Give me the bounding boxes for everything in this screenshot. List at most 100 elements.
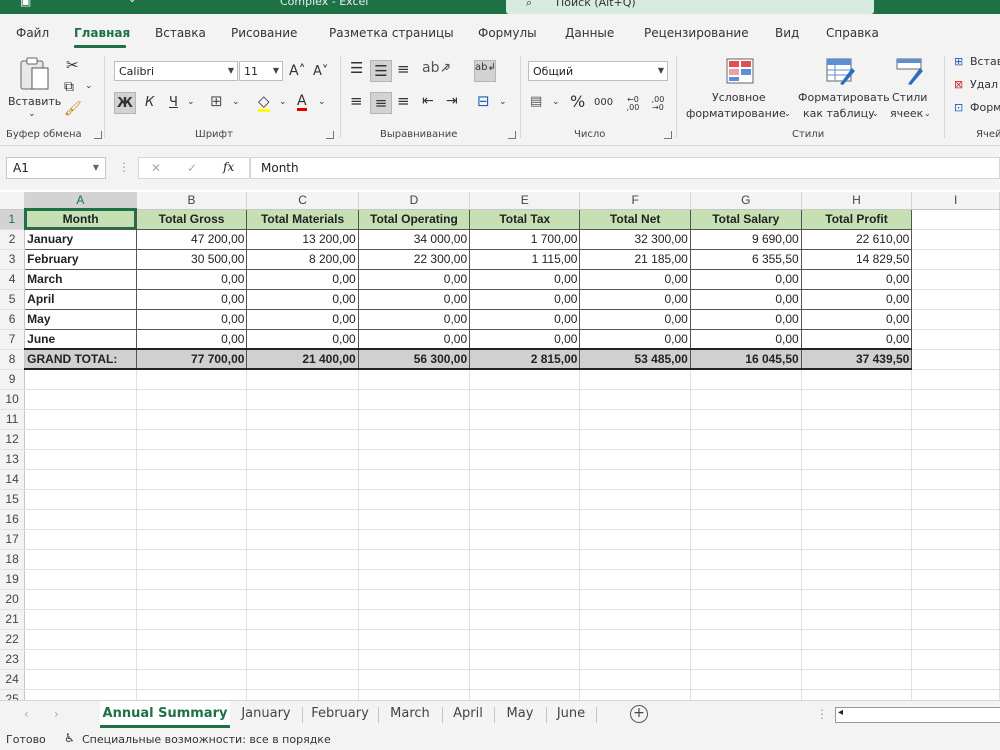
empty-cell[interactable] bbox=[801, 669, 913, 690]
empty-cell[interactable] bbox=[24, 549, 137, 570]
empty-cell[interactable] bbox=[911, 509, 1000, 530]
empty-cell[interactable] bbox=[690, 509, 802, 530]
value-cell[interactable]: 22 610,00 bbox=[800, 228, 913, 250]
row-header[interactable]: 21 bbox=[0, 609, 26, 630]
empty-cell[interactable] bbox=[246, 549, 359, 570]
empty-cell[interactable] bbox=[24, 469, 137, 490]
value-cell[interactable]: 34 000,00 bbox=[357, 228, 471, 250]
value-cell[interactable]: 0,00 bbox=[689, 328, 802, 350]
value-cell[interactable]: 0,00 bbox=[579, 288, 691, 310]
value-cell[interactable]: 0,00 bbox=[579, 328, 691, 350]
empty-cell[interactable] bbox=[801, 649, 913, 670]
empty-cell[interactable] bbox=[911, 289, 1000, 310]
value-cell[interactable]: 0,00 bbox=[246, 268, 359, 290]
underline-button[interactable]: Ч bbox=[169, 96, 178, 109]
empty-cell[interactable] bbox=[690, 449, 802, 470]
name-box[interactable]: A1 ▼ bbox=[6, 157, 106, 179]
empty-cell[interactable] bbox=[801, 509, 913, 530]
fill-color-icon[interactable]: ◇ bbox=[258, 94, 270, 112]
empty-cell[interactable] bbox=[136, 629, 248, 650]
empty-cell[interactable] bbox=[246, 649, 359, 670]
empty-cell[interactable] bbox=[911, 229, 1000, 250]
empty-cell[interactable] bbox=[136, 569, 248, 590]
row-header[interactable]: 10 bbox=[0, 389, 26, 410]
empty-cell[interactable] bbox=[911, 569, 1000, 590]
grand-total-value[interactable]: 21 400,00 bbox=[246, 348, 359, 370]
sheet-tab-february[interactable]: February bbox=[306, 701, 374, 728]
month-cell[interactable]: April bbox=[24, 288, 137, 310]
empty-cell[interactable] bbox=[358, 689, 471, 700]
row-header[interactable]: 11 bbox=[0, 409, 26, 430]
increase-indent-icon[interactable]: ⇥ bbox=[446, 94, 458, 108]
empty-cell[interactable] bbox=[246, 569, 359, 590]
empty-cell[interactable] bbox=[358, 529, 471, 550]
save-icon[interactable]: ▣ bbox=[20, 0, 31, 8]
empty-cell[interactable] bbox=[136, 609, 248, 630]
row-header[interactable]: 23 bbox=[0, 649, 26, 670]
font-color-dropdown-icon[interactable]: ⌄ bbox=[318, 98, 326, 107]
empty-cell[interactable] bbox=[136, 549, 248, 570]
empty-cell[interactable] bbox=[690, 489, 802, 510]
decrease-indent-icon[interactable]: ⇤ bbox=[422, 94, 434, 108]
header-cell[interactable]: Total Net bbox=[579, 208, 691, 230]
empty-cell[interactable] bbox=[801, 529, 913, 550]
number-format-select[interactable]: Общий ▼ bbox=[528, 61, 668, 81]
empty-cell[interactable] bbox=[579, 389, 691, 410]
row-header[interactable]: 4 bbox=[0, 269, 26, 290]
empty-cell[interactable] bbox=[579, 609, 691, 630]
empty-cell[interactable] bbox=[690, 429, 802, 450]
empty-cell[interactable] bbox=[24, 449, 137, 470]
empty-cell[interactable] bbox=[246, 389, 359, 410]
value-cell[interactable]: 21 185,00 bbox=[579, 248, 691, 270]
column-header-i[interactable]: I bbox=[911, 192, 1000, 210]
row-header[interactable]: 8 bbox=[0, 349, 26, 370]
empty-cell[interactable] bbox=[136, 669, 248, 690]
add-sheet-button[interactable]: + bbox=[630, 705, 648, 723]
currency-dropdown-icon[interactable]: ⌄ bbox=[552, 98, 560, 107]
empty-cell[interactable] bbox=[358, 589, 471, 610]
month-cell[interactable]: May bbox=[24, 308, 137, 330]
empty-cell[interactable] bbox=[579, 689, 691, 700]
empty-cell[interactable] bbox=[911, 609, 1000, 630]
value-cell[interactable]: 9 690,00 bbox=[689, 228, 802, 250]
empty-cell[interactable] bbox=[690, 549, 802, 570]
value-cell[interactable]: 22 300,00 bbox=[357, 248, 471, 270]
empty-cell[interactable] bbox=[579, 489, 691, 510]
empty-cell[interactable] bbox=[911, 669, 1000, 690]
value-cell[interactable]: 0,00 bbox=[689, 268, 802, 290]
header-cell[interactable]: Total Profit bbox=[800, 208, 913, 230]
empty-cell[interactable] bbox=[24, 649, 137, 670]
empty-cell[interactable] bbox=[469, 669, 581, 690]
row-header[interactable]: 7 bbox=[0, 329, 26, 350]
tab-review[interactable]: Рецензирование bbox=[644, 26, 749, 40]
format-cells-icon[interactable]: ⊡ bbox=[954, 102, 963, 113]
header-cell[interactable]: Month bbox=[24, 208, 137, 230]
grand-total-value[interactable]: 2 815,00 bbox=[469, 348, 581, 370]
empty-cell[interactable] bbox=[24, 689, 137, 700]
column-header-d[interactable]: D bbox=[358, 192, 471, 210]
grand-total-label[interactable]: GRAND TOTAL: bbox=[24, 348, 137, 370]
empty-cell[interactable] bbox=[24, 429, 137, 450]
cancel-icon[interactable]: ✕ bbox=[151, 161, 161, 175]
tab-formulas[interactable]: Формулы bbox=[478, 26, 537, 40]
prev-sheet-icon[interactable]: ‹ bbox=[24, 707, 29, 721]
empty-cell[interactable] bbox=[690, 569, 802, 590]
empty-cell[interactable] bbox=[690, 589, 802, 610]
empty-cell[interactable] bbox=[911, 529, 1000, 550]
align-middle-icon[interactable]: ☰ bbox=[370, 60, 392, 82]
empty-cell[interactable] bbox=[24, 669, 137, 690]
column-header-a[interactable]: A bbox=[24, 192, 137, 210]
formula-input[interactable]: Month bbox=[250, 157, 1000, 179]
sheet-tab-june[interactable]: June bbox=[550, 701, 592, 728]
empty-cell[interactable] bbox=[136, 369, 248, 390]
empty-cell[interactable] bbox=[579, 629, 691, 650]
sheet-tab-may[interactable]: May bbox=[498, 701, 542, 728]
empty-cell[interactable] bbox=[24, 589, 137, 610]
empty-cell[interactable] bbox=[469, 569, 581, 590]
percent-button[interactable]: % bbox=[570, 94, 585, 110]
value-cell[interactable]: 30 500,00 bbox=[135, 248, 248, 270]
value-cell[interactable]: 0,00 bbox=[246, 308, 359, 330]
empty-cell[interactable] bbox=[579, 589, 691, 610]
empty-cell[interactable] bbox=[24, 489, 137, 510]
empty-cell[interactable] bbox=[801, 489, 913, 510]
